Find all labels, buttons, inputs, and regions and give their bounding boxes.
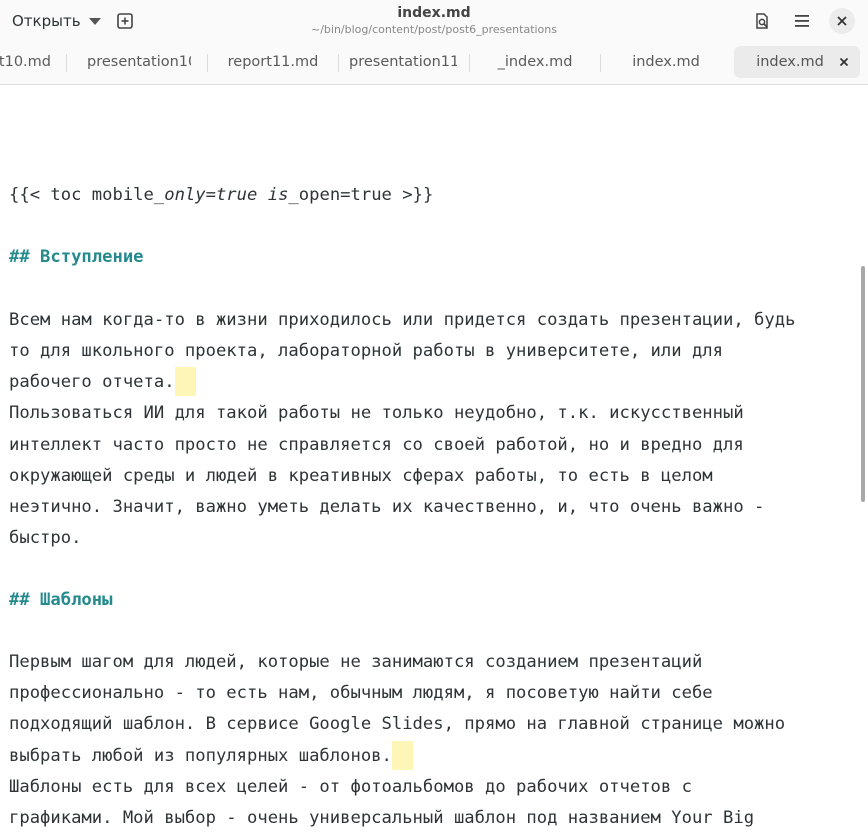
tab-label: index.md	[632, 54, 700, 70]
tab-label: _index.md	[497, 54, 573, 70]
toc-part: _open=true >}}	[288, 185, 434, 205]
vertical-scrollbar[interactable]	[861, 266, 865, 502]
text-line: подходящий шаблон. В сервисе Google Slid…	[9, 714, 786, 734]
heading-intro: ## Вступление	[9, 247, 144, 267]
text-line: интеллект часто просто не справляется со…	[9, 435, 744, 455]
tab-label: t10.md	[0, 54, 51, 70]
text-line-with-cursor: выбрать любой из популярных шаблонов.	[9, 741, 413, 772]
tab-close-icon[interactable]	[836, 54, 852, 70]
toc-shortcode-line: {{< toc mobile_only=true is_open=true >}…	[9, 180, 433, 211]
tab-index[interactable]: index.md	[601, 46, 731, 78]
tab-label: presentation10.md	[87, 54, 191, 70]
open-button[interactable]: Открыть	[6, 6, 107, 36]
tab-report11[interactable]: report11.md	[208, 46, 338, 78]
document-preview-icon	[756, 13, 768, 29]
open-button-label: Открыть	[12, 12, 81, 30]
toc-part: {{< toc mobile_	[9, 185, 165, 205]
text-line: профессионально - то есть нам, обычным л…	[9, 683, 713, 703]
hamburger-menu-icon	[795, 15, 809, 27]
text-editor[interactable]: {{< toc mobile_only=true is_open=true >}…	[0, 85, 868, 840]
window-title-area: index.md ~/bin/blog/content/post/post6_p…	[250, 5, 618, 37]
text-line: Первым шагом для людей, которые не заним…	[9, 652, 703, 672]
window-title: index.md	[397, 5, 471, 21]
tab-label: presentation11.md	[349, 54, 457, 70]
text-line: окружающей среды и людей в креативных сф…	[9, 466, 713, 486]
toc-part-italic: only=true	[164, 185, 258, 205]
tab-bar: t10.md presentation10.md report11.md pre…	[0, 42, 868, 85]
text-line: выбрать любой из популярных шаблонов.	[9, 746, 392, 766]
text-line: Всем нам когда-то в жизни приходилось ил…	[9, 310, 796, 330]
tab-t10[interactable]: t10.md	[0, 46, 58, 78]
tab-presentation10[interactable]: presentation10.md	[83, 46, 191, 78]
tab-separator	[338, 54, 339, 72]
text-line: быстро.	[9, 528, 82, 548]
text-line: неэтично. Значит, важно уметь делать их …	[9, 497, 765, 517]
text-line: Шаблоны есть для всех целей - от фотоаль…	[9, 777, 692, 797]
text-line-with-cursor: рабочего отчета.	[9, 367, 196, 398]
preview-button[interactable]	[749, 8, 775, 34]
toc-part-italic: is	[267, 185, 289, 205]
text-line: то для школьного проекта, лабораторной р…	[9, 341, 723, 361]
text-line: Пользоваться ИИ для такой работы не толь…	[9, 403, 744, 423]
window-close-button[interactable]	[829, 8, 855, 34]
window-subtitle: ~/bin/blog/content/post/post6_presentati…	[311, 23, 557, 36]
header-bar: Открыть index.md ~/bin/blog/content/post…	[0, 0, 868, 42]
toc-part	[257, 185, 267, 205]
tab-separator	[66, 54, 67, 72]
tab-label: index.md	[756, 54, 824, 70]
main-menu-button[interactable]	[789, 8, 815, 34]
line-highlight	[174, 367, 196, 396]
line-highlight	[391, 741, 413, 770]
text-line: рабочего отчета.	[9, 372, 175, 392]
tab-label: report11.md	[227, 54, 319, 70]
heading-templates: ## Шаблоны	[9, 590, 113, 610]
text-line: графиками. Мой выбор - очень универсальн…	[9, 808, 755, 828]
tab-index-active[interactable]: index.md	[734, 46, 860, 78]
tab-underscore-index[interactable]: _index.md	[470, 46, 600, 78]
new-tab-icon	[117, 13, 133, 29]
tab-presentation11[interactable]: presentation11.md	[345, 46, 457, 78]
chevron-down-icon	[88, 17, 101, 25]
close-icon	[837, 16, 847, 26]
new-tab-button[interactable]	[112, 8, 138, 34]
